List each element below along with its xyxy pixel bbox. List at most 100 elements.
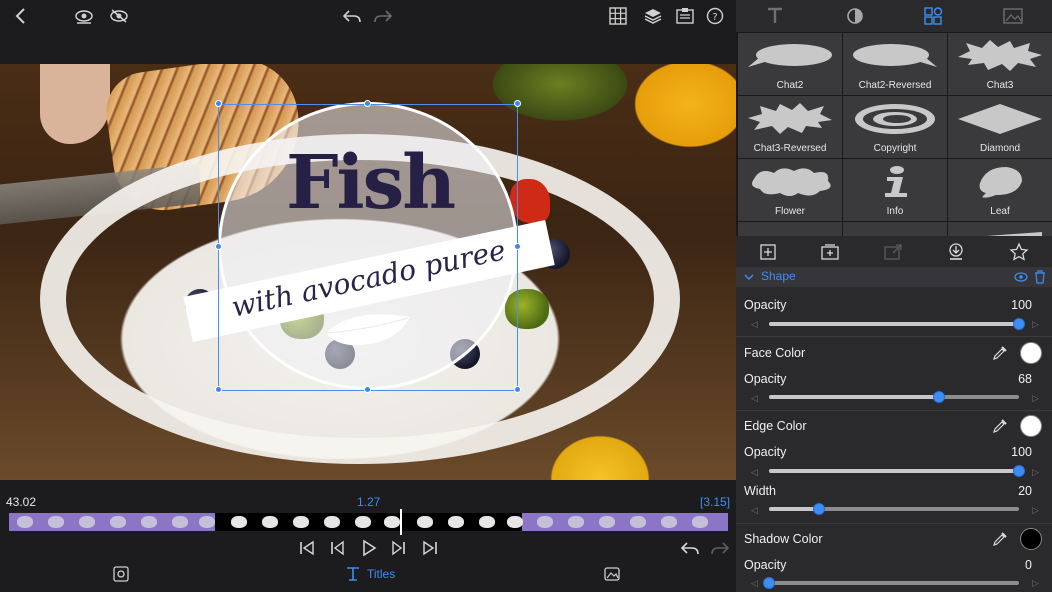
back-icon[interactable] xyxy=(10,6,32,26)
titles-tab[interactable]: Titles xyxy=(345,566,395,582)
face-opacity-slider[interactable] xyxy=(769,391,1019,403)
layers-icon[interactable] xyxy=(642,6,664,26)
shape-library: Chat2 Chat2-Reversed Chat3 Chat3-Reverse… xyxy=(736,32,1052,236)
decrease-arrow-icon[interactable]: ◁ xyxy=(751,505,758,516)
redo-icon[interactable] xyxy=(372,6,394,26)
decrease-arrow-icon[interactable]: ◁ xyxy=(751,578,758,589)
shape-leaf[interactable]: Leaf xyxy=(948,159,1052,221)
opacity-slider[interactable] xyxy=(769,318,1025,330)
increase-arrow-icon[interactable]: ▷ xyxy=(1032,578,1039,589)
shape-section-header[interactable]: Shape xyxy=(736,267,1052,287)
fit-screen-icon[interactable] xyxy=(113,566,129,582)
increase-arrow-icon[interactable]: ▷ xyxy=(1032,505,1039,516)
undo-icon[interactable] xyxy=(341,6,363,26)
visibility-eye-icon[interactable] xyxy=(1014,271,1028,283)
skip-to-start-icon[interactable] xyxy=(297,538,317,558)
increase-arrow-icon[interactable]: ▷ xyxy=(1032,467,1039,478)
app-root: ? Fish with avocado puree 43.02 1.27 [3.… xyxy=(0,0,1052,592)
frame-thumb xyxy=(324,516,340,528)
resize-handle[interactable] xyxy=(514,100,521,107)
frame-thumb xyxy=(599,516,615,528)
shape-info[interactable]: Info xyxy=(843,159,947,221)
shape-chat3[interactable]: Chat3 xyxy=(948,33,1052,95)
timeline-redo-icon[interactable] xyxy=(710,538,730,558)
eyedropper-icon[interactable] xyxy=(992,418,1008,434)
resize-handle[interactable] xyxy=(215,386,222,393)
skip-to-end-icon[interactable] xyxy=(420,538,440,558)
image-tab-icon[interactable] xyxy=(1002,6,1024,26)
frame-thumb xyxy=(417,516,433,528)
frame-thumb xyxy=(692,516,708,528)
frame-thumb xyxy=(293,516,309,528)
resize-handle[interactable] xyxy=(514,243,521,250)
playhead[interactable] xyxy=(400,509,402,535)
shape-label: Chat2 xyxy=(776,80,804,91)
color-tab-icon[interactable] xyxy=(844,6,866,26)
inspector-tabs xyxy=(736,0,1052,32)
edge-opacity-slider[interactable] xyxy=(769,465,1025,477)
hand-image xyxy=(40,64,110,144)
frame-thumb xyxy=(110,516,126,528)
shape-chat2[interactable]: Chat2 xyxy=(738,33,842,95)
shape-partial[interactable] xyxy=(843,222,947,236)
eyedropper-icon[interactable] xyxy=(992,345,1008,361)
shape-partial[interactable] xyxy=(948,222,1052,236)
shape-section-title: Shape xyxy=(761,269,796,283)
shape-label: Info xyxy=(886,206,904,217)
timeline-duration: [3.15] xyxy=(700,495,731,509)
shape-store-icon[interactable] xyxy=(946,242,966,262)
svg-text:?: ? xyxy=(712,12,717,23)
selection-box xyxy=(218,104,518,391)
frame-thumb xyxy=(448,516,464,528)
resize-handle[interactable] xyxy=(215,100,222,107)
shape-partial[interactable] xyxy=(738,222,842,236)
frame-thumb xyxy=(355,516,371,528)
shapes-tab-icon[interactable] xyxy=(922,6,944,26)
play-icon[interactable] xyxy=(359,538,379,558)
add-to-group-icon[interactable] xyxy=(820,242,840,262)
resize-handle[interactable] xyxy=(514,386,521,393)
video-preview[interactable]: Fish with avocado puree xyxy=(0,64,736,480)
decrease-arrow-icon[interactable]: ◁ xyxy=(751,393,758,404)
width-slider[interactable] xyxy=(769,503,1019,515)
share-shape-icon[interactable] xyxy=(883,242,903,262)
resize-handle[interactable] xyxy=(215,243,222,250)
add-shape-icon[interactable] xyxy=(758,242,778,262)
frame-thumb xyxy=(479,516,495,528)
shape-flower[interactable]: Flower xyxy=(738,159,842,221)
face-color-swatch[interactable] xyxy=(1020,342,1042,364)
text-tab-icon[interactable] xyxy=(764,6,786,26)
favorite-star-icon[interactable] xyxy=(1009,242,1029,262)
help-icon[interactable]: ? xyxy=(704,6,726,26)
trash-icon[interactable] xyxy=(1034,270,1046,284)
frame-thumb xyxy=(568,516,584,528)
increase-arrow-icon[interactable]: ▷ xyxy=(1032,319,1039,330)
timeline-track[interactable] xyxy=(9,513,728,531)
clipboard-icon[interactable] xyxy=(674,6,696,26)
edge-color-swatch[interactable] xyxy=(1020,415,1042,437)
timeline-undo-icon[interactable] xyxy=(680,538,700,558)
previous-frame-icon[interactable] xyxy=(327,538,347,558)
eye-icon[interactable] xyxy=(73,6,95,26)
divider xyxy=(736,523,1052,524)
opacity-value: 100 xyxy=(1011,298,1032,312)
shadow-color-swatch[interactable] xyxy=(1020,528,1042,550)
shape-toolbar xyxy=(736,237,1052,267)
decrease-arrow-icon[interactable]: ◁ xyxy=(751,319,758,330)
resize-handle[interactable] xyxy=(364,100,371,107)
shape-chat3-reversed[interactable]: Chat3-Reversed xyxy=(738,96,842,158)
shadow-opacity-slider[interactable] xyxy=(763,577,1019,589)
timeline: 43.02 1.27 [3.15] Titles xyxy=(0,480,736,592)
decrease-arrow-icon[interactable]: ◁ xyxy=(751,467,758,478)
grid-icon[interactable] xyxy=(607,6,629,26)
media-icon[interactable] xyxy=(604,566,620,582)
shape-diamond[interactable]: Diamond xyxy=(948,96,1052,158)
eyedropper-icon[interactable] xyxy=(992,531,1008,547)
shape-chat2-reversed[interactable]: Chat2-Reversed xyxy=(843,33,947,95)
resize-handle[interactable] xyxy=(364,386,371,393)
divider xyxy=(736,336,1052,337)
shape-copyright[interactable]: Copyright xyxy=(843,96,947,158)
eye-hidden-icon[interactable] xyxy=(108,6,130,26)
increase-arrow-icon[interactable]: ▷ xyxy=(1032,393,1039,404)
next-frame-icon[interactable] xyxy=(389,538,409,558)
